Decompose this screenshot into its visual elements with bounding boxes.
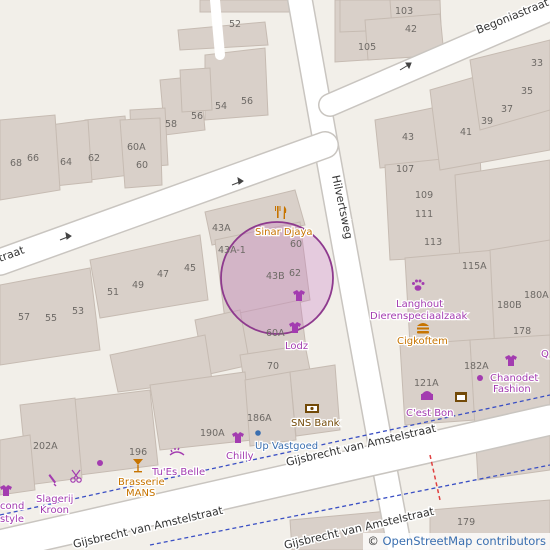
house-number: 66 <box>27 153 39 164</box>
house-number: 180A <box>524 290 549 301</box>
house-number: 107 <box>396 164 414 175</box>
map-canvas[interactable]: Hilvertsweg Begoniastraat traat Gijsbrec… <box>0 0 550 550</box>
poi-label-up-vastgoed: Up Vastgoed <box>255 441 318 452</box>
attribution-prefix: © <box>367 534 383 548</box>
house-number: 62 <box>289 268 301 279</box>
house-number: 43 <box>402 132 414 143</box>
poi-label-sinar-djaya: Sinar Djaya <box>255 227 313 238</box>
house-number: 178 <box>513 326 531 337</box>
house-number: 41 <box>460 127 472 138</box>
house-number: 42 <box>405 24 417 35</box>
house-number: 64 <box>60 157 72 168</box>
house-number: 52 <box>229 19 241 30</box>
attribution-link[interactable]: OpenStreetMap contributors <box>382 534 546 548</box>
house-number: 51 <box>107 287 119 298</box>
shop-icon[interactable] <box>97 460 103 466</box>
house-number: 43B <box>266 271 285 282</box>
house-number: 45 <box>184 263 196 274</box>
house-number: 115A <box>462 261 487 272</box>
shop-icon[interactable] <box>477 375 483 381</box>
house-number: 49 <box>132 280 144 291</box>
house-number: 60 <box>290 239 302 250</box>
house-number: 54 <box>215 101 227 112</box>
house-number: 179 <box>457 517 475 528</box>
house-number: 182A <box>464 361 489 372</box>
house-number: 56 <box>241 96 253 107</box>
house-number: 43A <box>212 223 231 234</box>
house-number: 56 <box>191 111 203 122</box>
house-number: 55 <box>45 313 57 324</box>
poi-label-cest-bon: C'est Bon <box>406 408 454 419</box>
house-number: 60A <box>127 142 146 153</box>
house-number: 33 <box>531 58 543 69</box>
fast-food-icon[interactable] <box>417 323 429 334</box>
map-attribution: © OpenStreetMap contributors <box>363 533 550 550</box>
house-number: 113 <box>424 237 442 248</box>
house-number: 60 <box>136 160 148 171</box>
house-number: 37 <box>501 104 513 115</box>
house-number: 190A <box>200 428 225 439</box>
house-number: 68 <box>10 158 22 169</box>
house-number: 105 <box>358 42 376 53</box>
poi-label-slagerij: Slagerij Kroon <box>36 494 73 516</box>
house-number: 180B <box>497 300 522 311</box>
house-number: 47 <box>157 269 169 280</box>
house-number: 43A-1 <box>218 245 246 256</box>
house-number: 58 <box>165 119 177 130</box>
poi-label-cond-style: cond style <box>0 501 24 525</box>
poi-label-lodz: Lodz <box>285 341 308 352</box>
shop-bag-icon[interactable] <box>455 392 467 402</box>
poi-label-q: Q <box>541 349 549 360</box>
poi-label-cigkoftem: Cigkoftem <box>397 336 448 347</box>
house-number: 60A <box>266 328 285 339</box>
house-number: 196 <box>129 447 147 458</box>
bank-icon[interactable] <box>305 404 319 413</box>
house-number: 53 <box>72 306 84 317</box>
house-number: 57 <box>18 312 30 323</box>
house-number: 39 <box>481 116 493 127</box>
house-number: 103 <box>395 6 413 17</box>
house-number: 109 <box>415 190 433 201</box>
house-number: 186A <box>247 413 272 424</box>
office-icon[interactable] <box>255 430 261 436</box>
house-number: 202A <box>33 441 58 452</box>
poi-label-sns-bank: SNS Bank <box>291 418 340 429</box>
map-view[interactable]: Hilvertsweg Begoniastraat traat Gijsbrec… <box>0 0 550 550</box>
poi-label-chilly: Chilly <box>226 451 254 462</box>
house-number: 62 <box>88 153 100 164</box>
house-number: 35 <box>521 86 533 97</box>
house-number: 70 <box>267 361 279 372</box>
house-number: 111 <box>415 209 433 220</box>
house-number: 121A <box>414 378 439 389</box>
